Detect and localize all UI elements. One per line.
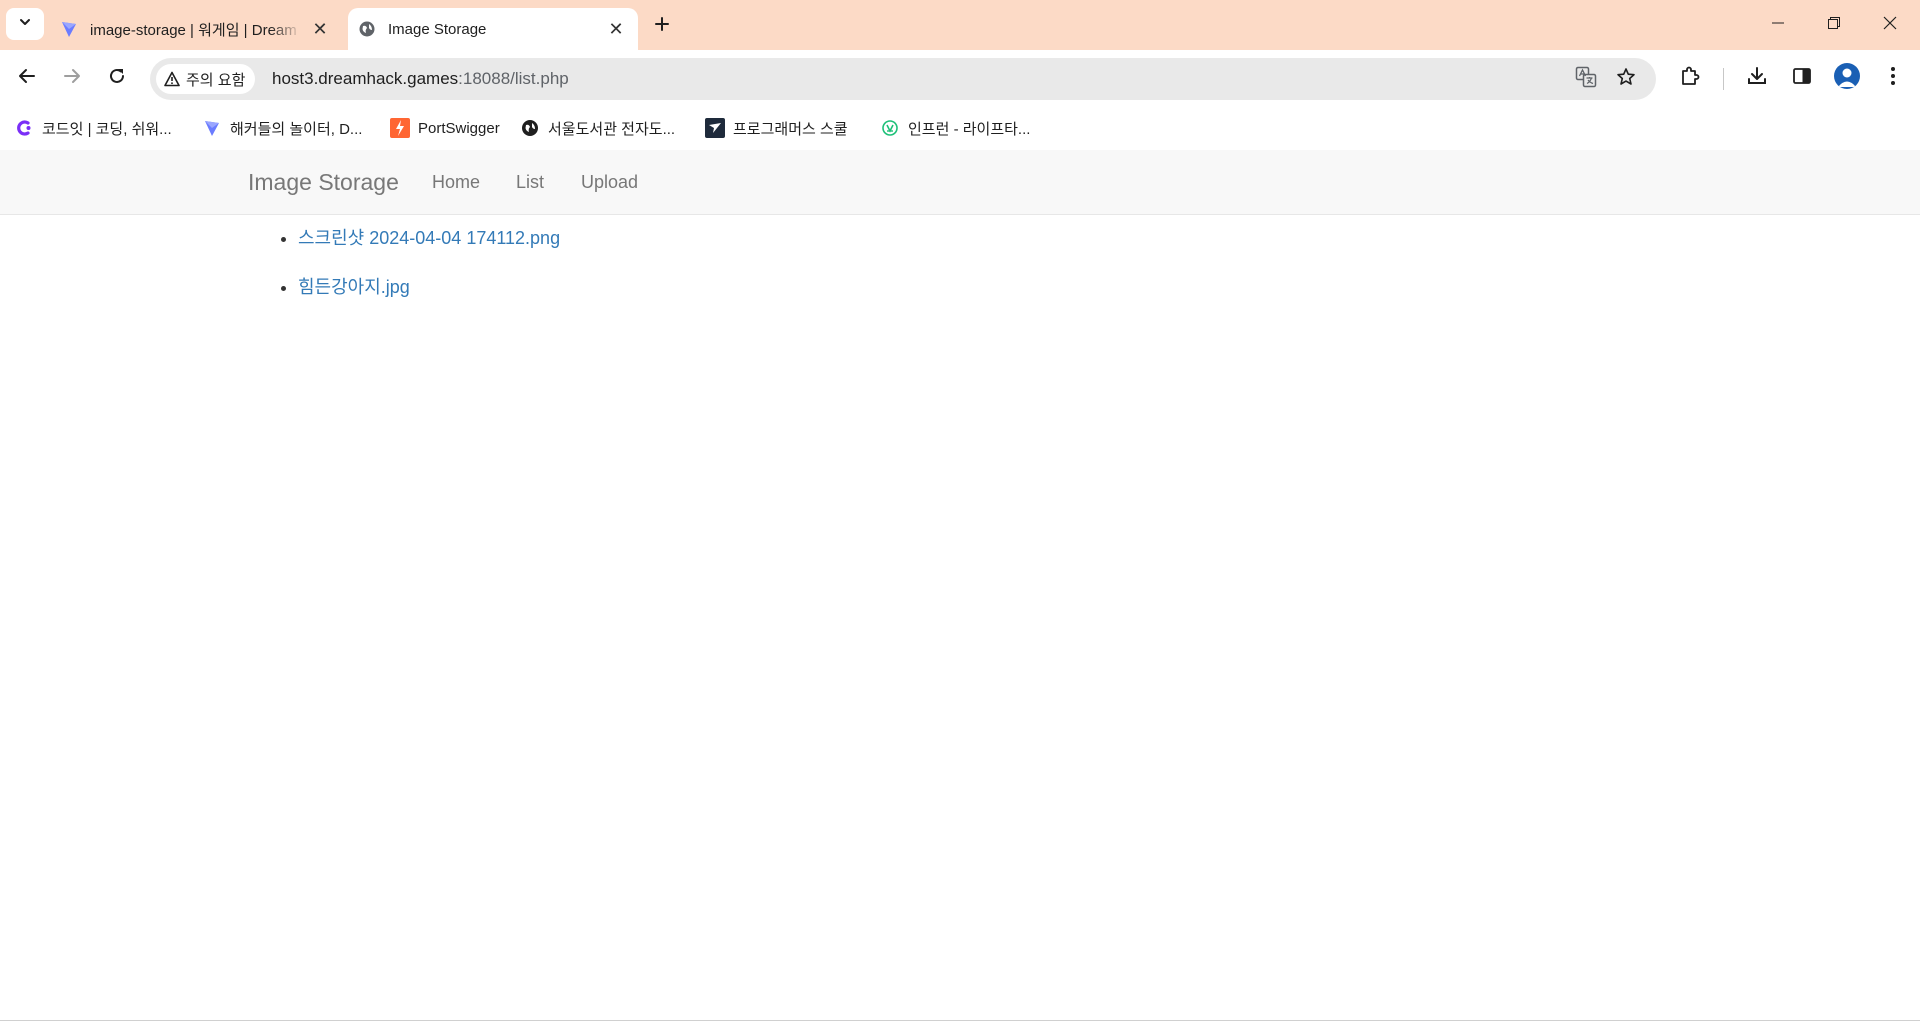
bookmark-label: 프로그래머스 스쿨 — [733, 120, 848, 138]
nav-link-upload[interactable]: Upload — [581, 150, 638, 215]
bookmarks-bar: 코드잇 | 코딩, 쉬워... 해커들의 놀이터, D... PortSwigg… — [0, 108, 1920, 150]
star-icon — [1616, 67, 1636, 92]
minimize-icon — [1771, 16, 1785, 35]
reload-icon — [108, 67, 126, 90]
bookmark-codeit[interactable]: 코드잇 | 코딩, 쉬워... — [14, 112, 172, 144]
new-tab-button[interactable] — [648, 12, 676, 40]
arrow-left-icon — [18, 67, 36, 90]
file-link[interactable]: 스크린샷 2024-04-04 174112.png — [298, 228, 560, 248]
browser-toolbar: 주의 요함 host3.dreamhack.games:18088/list.p… — [0, 50, 1920, 108]
nav-link-home[interactable]: Home — [432, 150, 480, 215]
more-vertical-icon — [1890, 66, 1896, 91]
minimize-button[interactable] — [1750, 0, 1806, 50]
person-icon — [1834, 68, 1860, 89]
puzzle-icon — [1680, 65, 1702, 92]
browser-tab-image-storage[interactable]: Image Storage ✕ — [348, 8, 638, 50]
back-button[interactable] — [11, 62, 43, 94]
browser-tab-dreamhack[interactable]: image-storage | 워게임 | Dream ✕ — [50, 8, 342, 50]
bookmark-label: 인프런 - 라이프타... — [908, 120, 1031, 138]
browser-menu-button[interactable] — [1878, 63, 1908, 93]
list-item: 스크린샷 2024-04-04 174112.png — [298, 225, 560, 274]
downloads-button[interactable] — [1742, 63, 1772, 93]
profile-avatar[interactable] — [1834, 63, 1860, 89]
page-viewport: Image Storage Home List Upload 스크린샷 2024… — [0, 150, 1920, 1021]
restore-icon — [1827, 16, 1841, 35]
chevron-down-icon — [18, 15, 32, 34]
reload-button[interactable] — [101, 62, 133, 94]
url-path: :18088/list.php — [458, 69, 569, 88]
dreamhack-icon — [202, 118, 222, 138]
bookmark-label: 서울도서관 전자도... — [548, 120, 676, 138]
nav-link-list[interactable]: List — [516, 150, 544, 215]
bookmark-seoul-library[interactable]: 서울도서관 전자도... — [520, 112, 675, 144]
side-panel-button[interactable] — [1787, 63, 1817, 93]
programmers-icon — [705, 118, 725, 138]
site-brand[interactable]: Image Storage — [248, 150, 399, 215]
globe-icon — [358, 20, 376, 38]
portswigger-icon — [390, 118, 410, 138]
file-list: 스크린샷 2024-04-04 174112.png 힘든강아지.jpg — [248, 225, 560, 323]
bookmark-inflearn[interactable]: 인프런 - 라이프타... — [880, 112, 1030, 144]
url-host: host3.dreamhack.games — [272, 69, 459, 88]
file-link[interactable]: 힘든강아지.jpg — [298, 277, 410, 297]
restore-button[interactable] — [1806, 0, 1862, 50]
bookmark-dreamhack[interactable]: 해커들의 놀이터, D... — [202, 112, 362, 144]
tab-title: Image Storage — [388, 20, 487, 38]
warning-icon — [164, 71, 180, 87]
site-navbar: Image Storage Home List Upload — [0, 150, 1920, 215]
download-icon — [1746, 65, 1768, 92]
bookmark-star-button[interactable] — [1614, 67, 1638, 91]
close-tab-icon[interactable]: ✕ — [604, 17, 628, 41]
list-item: 힘든강아지.jpg — [298, 274, 560, 323]
translate-icon — [1575, 66, 1597, 93]
bookmark-portswigger[interactable]: PortSwigger — [390, 112, 500, 144]
plus-icon — [654, 16, 670, 37]
dreamhack-icon — [60, 20, 78, 38]
address-bar[interactable]: 주의 요함 host3.dreamhack.games:18088/list.p… — [150, 58, 1656, 100]
close-tab-icon[interactable]: ✕ — [308, 17, 332, 41]
globe-icon — [520, 118, 540, 138]
bookmark-label: 해커들의 놀이터, D... — [230, 120, 363, 138]
side-panel-icon — [1792, 66, 1812, 91]
extensions-button[interactable] — [1676, 63, 1706, 93]
bookmark-programmers[interactable]: 프로그래머스 스쿨 — [705, 112, 848, 144]
inflearn-icon — [880, 118, 900, 138]
translate-button[interactable] — [1574, 66, 1598, 93]
tab-title: image-storage | 워게임 | Dream — [90, 21, 297, 39]
close-window-button[interactable] — [1862, 0, 1918, 50]
toolbar-divider — [1723, 68, 1724, 90]
bookmark-label: 코드잇 | 코딩, 쉬워... — [42, 120, 172, 138]
bookmark-label: PortSwigger — [418, 119, 500, 137]
tab-strip: image-storage | 워게임 | Dream ✕ Image Stor… — [0, 0, 1920, 50]
security-chip[interactable]: 주의 요함 — [156, 64, 256, 94]
codeit-icon — [14, 118, 34, 138]
arrow-right-icon — [63, 67, 81, 90]
url-text[interactable]: host3.dreamhack.games:18088/list.php — [272, 58, 569, 100]
close-icon — [1883, 16, 1897, 35]
tab-search-button[interactable] — [6, 8, 44, 40]
security-label: 주의 요함 — [186, 71, 246, 89]
forward-button[interactable] — [56, 62, 88, 94]
